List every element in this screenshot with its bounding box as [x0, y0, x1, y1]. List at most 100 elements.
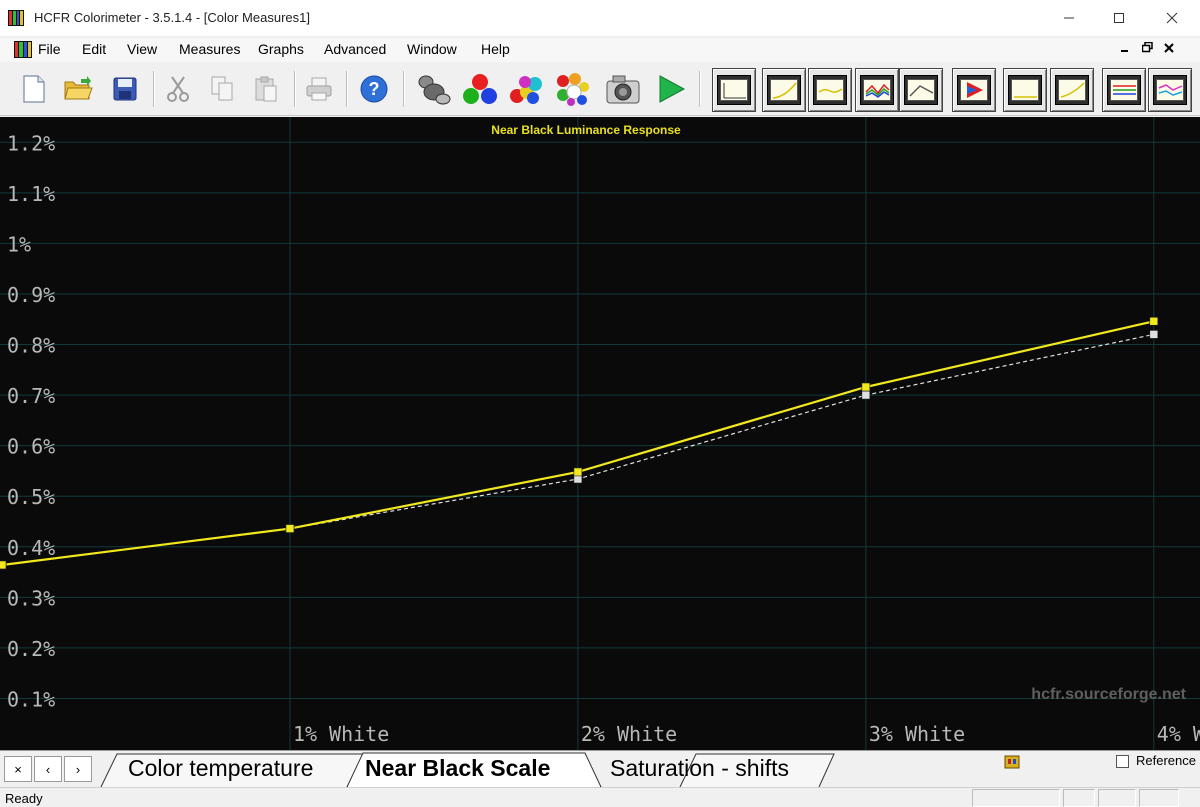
toolbar-separator [346, 71, 348, 107]
next-tab-button[interactable]: › [64, 756, 92, 782]
camera-icon [606, 75, 640, 104]
menu-file[interactable]: File [38, 41, 61, 57]
hcfr-app-icon [8, 10, 24, 26]
status-text: Ready [5, 791, 43, 806]
open-button[interactable] [60, 71, 96, 107]
y-tick-label: 0.8% [7, 334, 55, 358]
paste-button[interactable] [248, 71, 284, 107]
graph-view-button[interactable] [808, 68, 852, 112]
previous-tab-button[interactable]: ‹ [34, 756, 62, 782]
graph-view-button[interactable] [1148, 68, 1192, 112]
toolbar: ? [0, 63, 1200, 116]
y-tick-label: 1.1% [7, 182, 55, 206]
x-tick-label: 3% White [869, 722, 965, 746]
copy-icon [211, 76, 233, 101]
graph-view-1 [723, 83, 746, 99]
maximize-icon [1114, 13, 1124, 23]
data-point [285, 524, 295, 533]
close-icon [1164, 43, 1174, 53]
sensor-probe-icon [418, 75, 451, 105]
graph-view-button[interactable] [855, 68, 899, 112]
graph-view-button[interactable] [899, 68, 943, 112]
new-button[interactable] [16, 71, 52, 107]
menu-advanced[interactable]: Advanced [324, 41, 386, 57]
paste-icon [255, 76, 277, 102]
data-point [573, 467, 583, 477]
copy-button[interactable] [204, 71, 240, 107]
minimize-icon [1121, 50, 1128, 52]
svg-text:?: ? [369, 79, 380, 99]
status-pane [1063, 789, 1095, 807]
secondaries-button[interactable] [507, 71, 543, 107]
toolbar-separator [699, 71, 701, 107]
graph-view-3 [818, 88, 843, 93]
graph-view-2 [772, 82, 797, 99]
reference-checkbox[interactable] [1116, 755, 1129, 768]
y-tick-label: 0.5% [7, 485, 55, 509]
open-folder-icon [64, 76, 93, 100]
title-bar: HCFR Colorimeter - 3.5.1.4 - [Color Meas… [0, 0, 1200, 36]
play-icon [659, 75, 686, 103]
menu-window[interactable]: Window [407, 41, 457, 57]
graph-view-button[interactable] [952, 68, 996, 112]
cut-button[interactable] [160, 71, 196, 107]
data-point [861, 390, 871, 400]
help-button[interactable]: ? [356, 71, 392, 107]
y-tick-label: 0.9% [7, 283, 55, 307]
minimize-button[interactable] [1043, 0, 1095, 36]
mdi-minimize-button[interactable] [1120, 41, 1130, 56]
graph-view-button[interactable] [1102, 68, 1146, 112]
menu-measures[interactable]: Measures [179, 41, 240, 57]
tab-near-black-scale[interactable]: Near Black Scale [365, 755, 550, 782]
y-tick-label: 0.3% [7, 586, 55, 610]
document-icon[interactable] [14, 41, 32, 58]
saturation-colors-icon [557, 73, 589, 106]
print-button[interactable] [301, 71, 337, 107]
save-button[interactable] [107, 71, 143, 107]
primaries-button[interactable] [462, 71, 498, 107]
mdi-close-button[interactable] [1164, 41, 1174, 56]
app-window: HCFR Colorimeter - 3.5.1.4 - [Color Meas… [0, 0, 1200, 807]
toolbar-separator [153, 71, 155, 107]
y-tick-label: 0.1% [7, 687, 55, 711]
luminance-graph[interactable]: 0.1% 0.2% 0.3% 0.4% 0.5% 0.6% 0.7% 0.8% 0.9% 1% 1.… [0, 117, 1200, 750]
secondary-colors-icon [510, 76, 542, 104]
sensor-button[interactable] [416, 71, 452, 107]
tab-color-temperature[interactable]: Color temperature [128, 755, 313, 782]
data-point [0, 560, 7, 570]
status-pane [1098, 789, 1136, 807]
play-button[interactable] [653, 71, 689, 107]
restore-icon [1141, 41, 1153, 53]
near-black-chart: 0.1% 0.2% 0.3% 0.4% 0.5% 0.6% 0.7% 0.8% 0.9% 1% 1.… [0, 117, 1200, 750]
tab-saturation-shifts[interactable]: Saturation - shifts [610, 755, 789, 782]
tab-bar: × ‹ › Color temperature Near Black Scale… [0, 750, 1200, 788]
graph-view-button[interactable] [712, 68, 756, 112]
sensor-status-icon [1004, 755, 1020, 774]
graph-view-button[interactable] [1003, 68, 1047, 112]
status-bar: Ready [0, 787, 1200, 807]
mdi-restore-button[interactable] [1141, 41, 1153, 56]
x-tick-label: 4% White [1157, 722, 1200, 746]
y-tick-label: 0.4% [7, 536, 55, 560]
status-pane [972, 789, 1060, 807]
menu-graphs[interactable]: Graphs [258, 41, 304, 57]
maximize-button[interactable] [1093, 0, 1145, 36]
close-button[interactable] [1146, 0, 1198, 36]
data-point [1149, 316, 1159, 326]
minimize-icon [1064, 17, 1074, 19]
graph-view-button[interactable] [762, 68, 806, 112]
graph-view-8 [1060, 82, 1085, 98]
menu-edit[interactable]: Edit [82, 41, 106, 57]
graph-view-7 [1014, 96, 1037, 98]
graph-view-button[interactable] [1050, 68, 1094, 112]
window-title: HCFR Colorimeter - 3.5.1.4 - [Color Meas… [34, 10, 310, 25]
close-tab-button[interactable]: × [4, 756, 32, 782]
graph-view-4 [865, 83, 890, 98]
menu-help[interactable]: Help [481, 41, 510, 57]
saturation-button[interactable] [554, 71, 590, 107]
menu-view[interactable]: View [127, 41, 157, 57]
graph-view-9 [1113, 85, 1136, 95]
camera-button[interactable] [605, 71, 641, 107]
toolbar-separator [403, 71, 405, 107]
y-tick-label: 0.2% [7, 637, 55, 661]
